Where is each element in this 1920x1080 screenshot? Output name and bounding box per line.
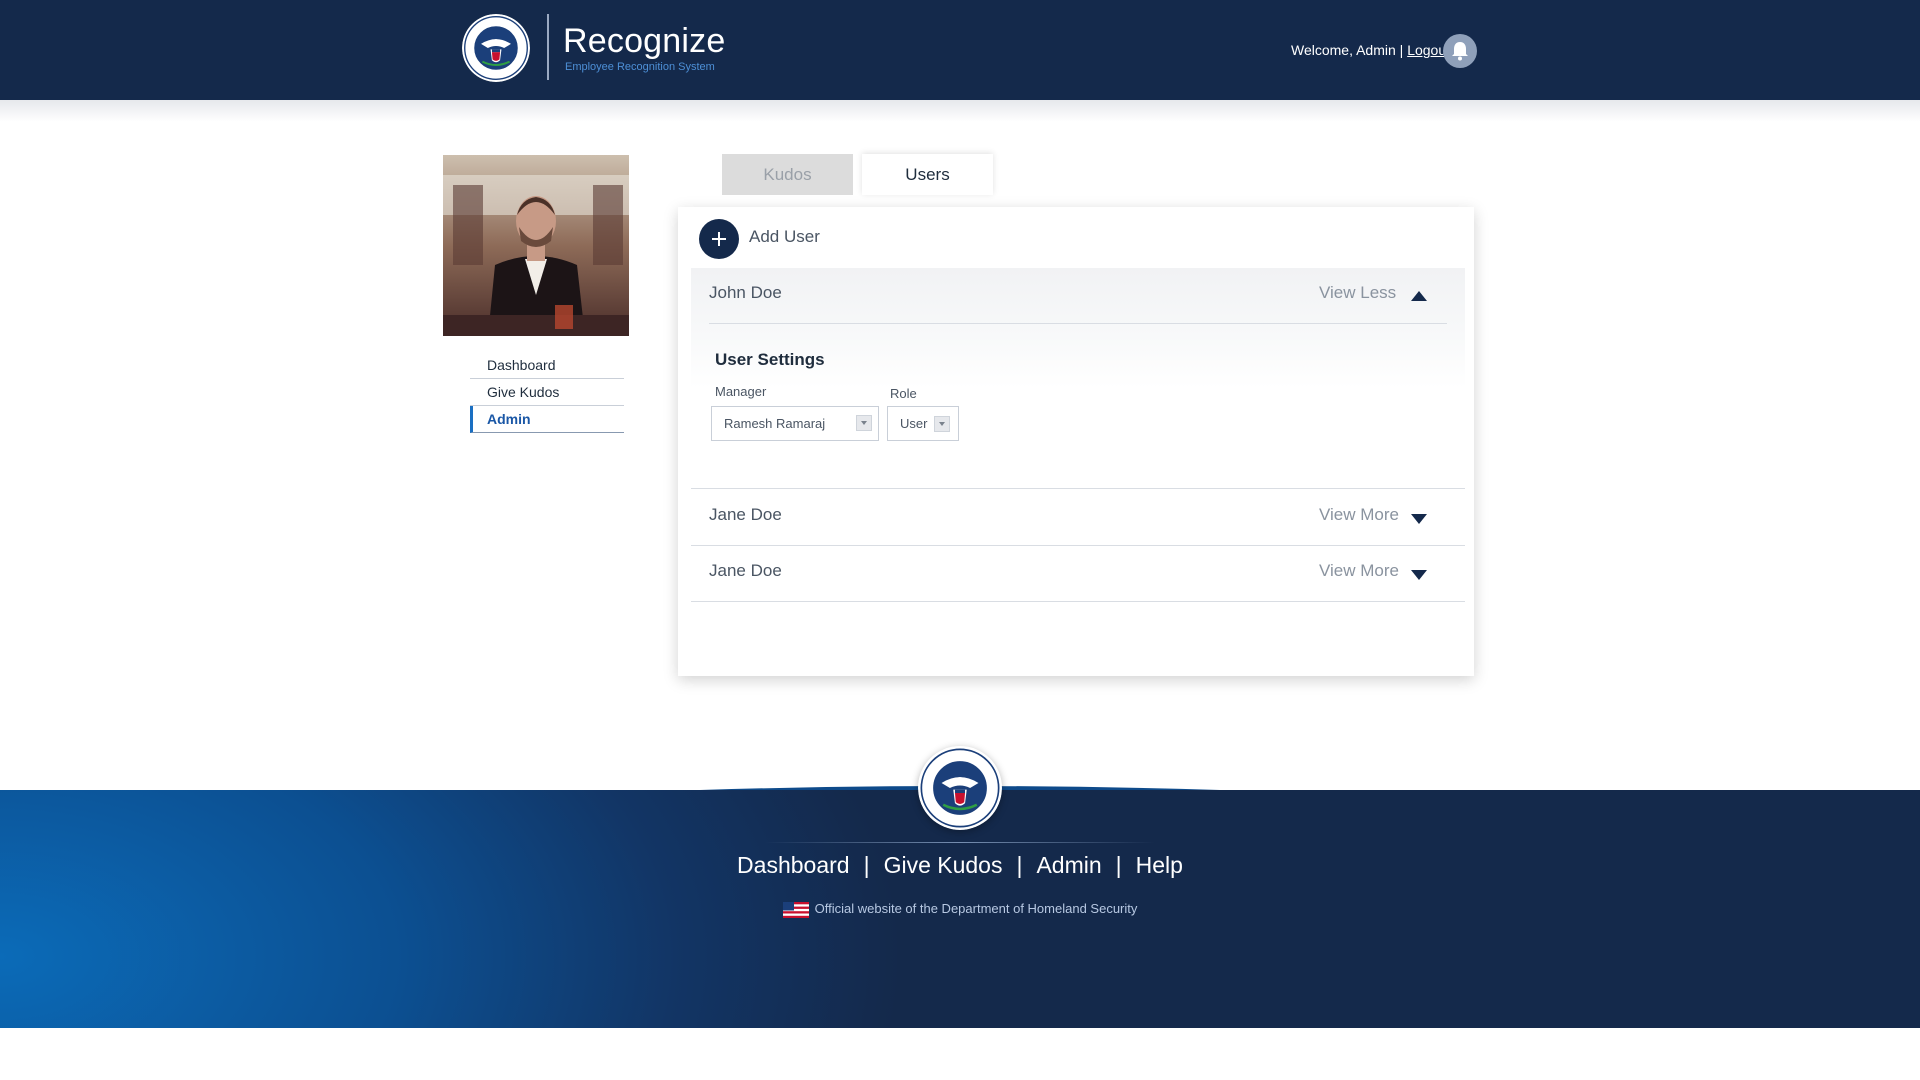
- sidebar-item-admin[interactable]: Admin: [470, 406, 624, 433]
- user-row: Jane Doe View More: [691, 546, 1465, 602]
- caret-down-icon[interactable]: [1411, 514, 1427, 524]
- chevron-down-icon: [856, 415, 872, 431]
- users-panel: Add User John Doe View Less User Setting…: [678, 207, 1474, 676]
- view-more-toggle[interactable]: View More: [1319, 561, 1399, 581]
- footer-link-give-kudos[interactable]: Give Kudos: [884, 852, 1003, 878]
- add-user-label[interactable]: Add User: [749, 227, 820, 247]
- footer-separator: |: [1115, 852, 1122, 878]
- user-row-expanded: John Doe View Less User Settings Manager…: [691, 268, 1465, 489]
- app-title: Recognize: [563, 22, 726, 60]
- official-website-notice: Official website of the Department of Ho…: [0, 901, 1920, 918]
- tab-users[interactable]: Users: [862, 154, 993, 195]
- sidebar-item-dashboard[interactable]: Dashboard: [470, 352, 624, 379]
- caret-down-icon[interactable]: [1411, 570, 1427, 580]
- dhs-seal-logo: [918, 746, 1002, 830]
- view-more-toggle[interactable]: View More: [1319, 505, 1399, 525]
- dhs-seal-logo: [462, 14, 530, 82]
- user-name: Jane Doe: [709, 561, 782, 580]
- user-settings-title: User Settings: [715, 350, 825, 369]
- manager-select[interactable]: Ramesh Ramaraj: [711, 406, 879, 441]
- welcome-text: Welcome, Admin |: [1291, 42, 1408, 58]
- view-less-toggle[interactable]: View Less: [1319, 283, 1396, 303]
- footer-link-help[interactable]: Help: [1136, 852, 1183, 878]
- sidebar-nav: Dashboard Give Kudos Admin: [470, 352, 624, 433]
- user-name: Jane Doe: [709, 505, 782, 524]
- user-name: John Doe: [709, 283, 782, 302]
- sidebar-item-give-kudos[interactable]: Give Kudos: [470, 379, 624, 406]
- footer-link-admin[interactable]: Admin: [1036, 852, 1101, 878]
- role-select[interactable]: User: [887, 406, 959, 441]
- user-row: Jane Doe View More: [691, 490, 1465, 546]
- us-flag-icon: [782, 901, 809, 918]
- role-select-value: User: [900, 416, 928, 431]
- profile-photo: [443, 155, 629, 336]
- footer-divider: [765, 842, 1155, 843]
- caret-up-icon[interactable]: [1411, 291, 1427, 301]
- welcome-area: Welcome, Admin | Logout: [1291, 42, 1450, 58]
- header-divider: [547, 14, 549, 80]
- add-user-button[interactable]: [699, 219, 739, 259]
- header-shadow: [0, 100, 1920, 122]
- footer-link-dashboard[interactable]: Dashboard: [737, 852, 850, 878]
- divider: [709, 323, 1447, 324]
- footer-nav: Dashboard | Give Kudos | Admin | Help: [0, 852, 1920, 879]
- footer-separator: |: [863, 852, 870, 878]
- role-label: Role: [890, 386, 917, 401]
- chevron-down-icon: [934, 416, 950, 432]
- tab-kudos[interactable]: Kudos: [722, 154, 853, 195]
- manager-label: Manager: [715, 384, 767, 399]
- site-header: Recognize Employee Recognition System We…: [0, 0, 1920, 100]
- app-subtitle: Employee Recognition System: [565, 61, 715, 73]
- manager-select-value: Ramesh Ramaraj: [724, 416, 826, 431]
- bell-icon[interactable]: [1443, 34, 1477, 68]
- official-website-text: Official website of the Department of Ho…: [814, 901, 1138, 916]
- footer-separator: |: [1016, 852, 1023, 878]
- plus-icon: [712, 232, 726, 246]
